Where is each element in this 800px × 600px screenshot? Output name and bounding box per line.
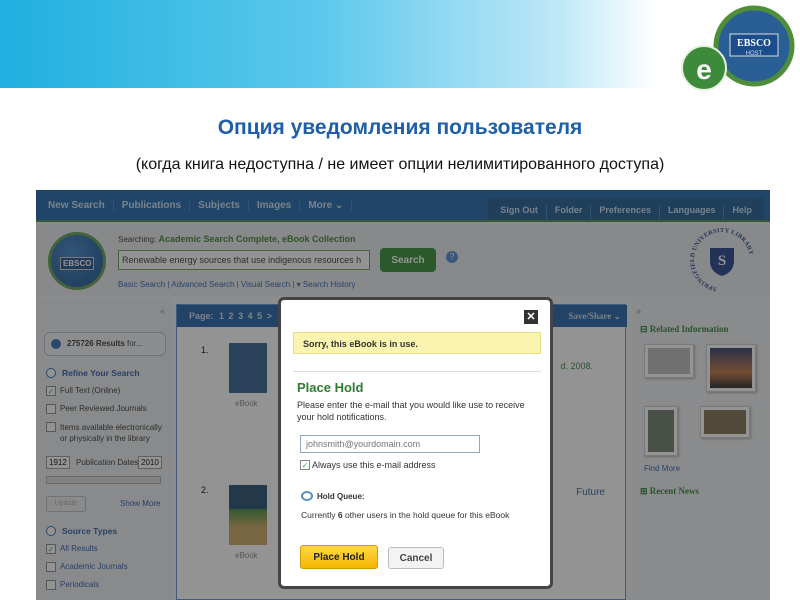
hold-queue-heading: Hold Queue: [301, 491, 365, 501]
dialog-title: Place Hold [297, 380, 364, 395]
magnifier-icon [301, 491, 313, 501]
place-hold-button[interactable]: Place Hold [300, 545, 378, 569]
svg-text:HOST: HOST [746, 51, 763, 57]
svg-text:e: e [696, 54, 712, 85]
divider [293, 371, 541, 372]
always-use-email-checkbox[interactable]: ✓ Always use this e-mail address [300, 460, 436, 470]
email-field[interactable] [300, 435, 480, 453]
place-hold-dialog: ✕ Sorry, this eBook is in use. Place Hol… [278, 297, 553, 589]
slide-title: Опция уведомления пользователя [217, 116, 583, 139]
checkbox-checked-icon: ✓ [300, 460, 310, 470]
dialog-description: Please enter the e-mail that you would l… [297, 400, 525, 422]
ebscohost-ebook-logo: EBSCO HOST e [681, 5, 795, 91]
in-use-alert: Sorry, this eBook is in use. [293, 332, 541, 354]
cancel-button[interactable]: Cancel [388, 547, 444, 569]
slide-subtitle: (когда книга недоступна / не имеет опции… [135, 156, 665, 173]
svg-text:EBSCO: EBSCO [737, 38, 771, 49]
hold-queue-text: Currently 6 other users in the hold queu… [301, 510, 510, 520]
close-icon[interactable]: ✕ [524, 310, 538, 324]
